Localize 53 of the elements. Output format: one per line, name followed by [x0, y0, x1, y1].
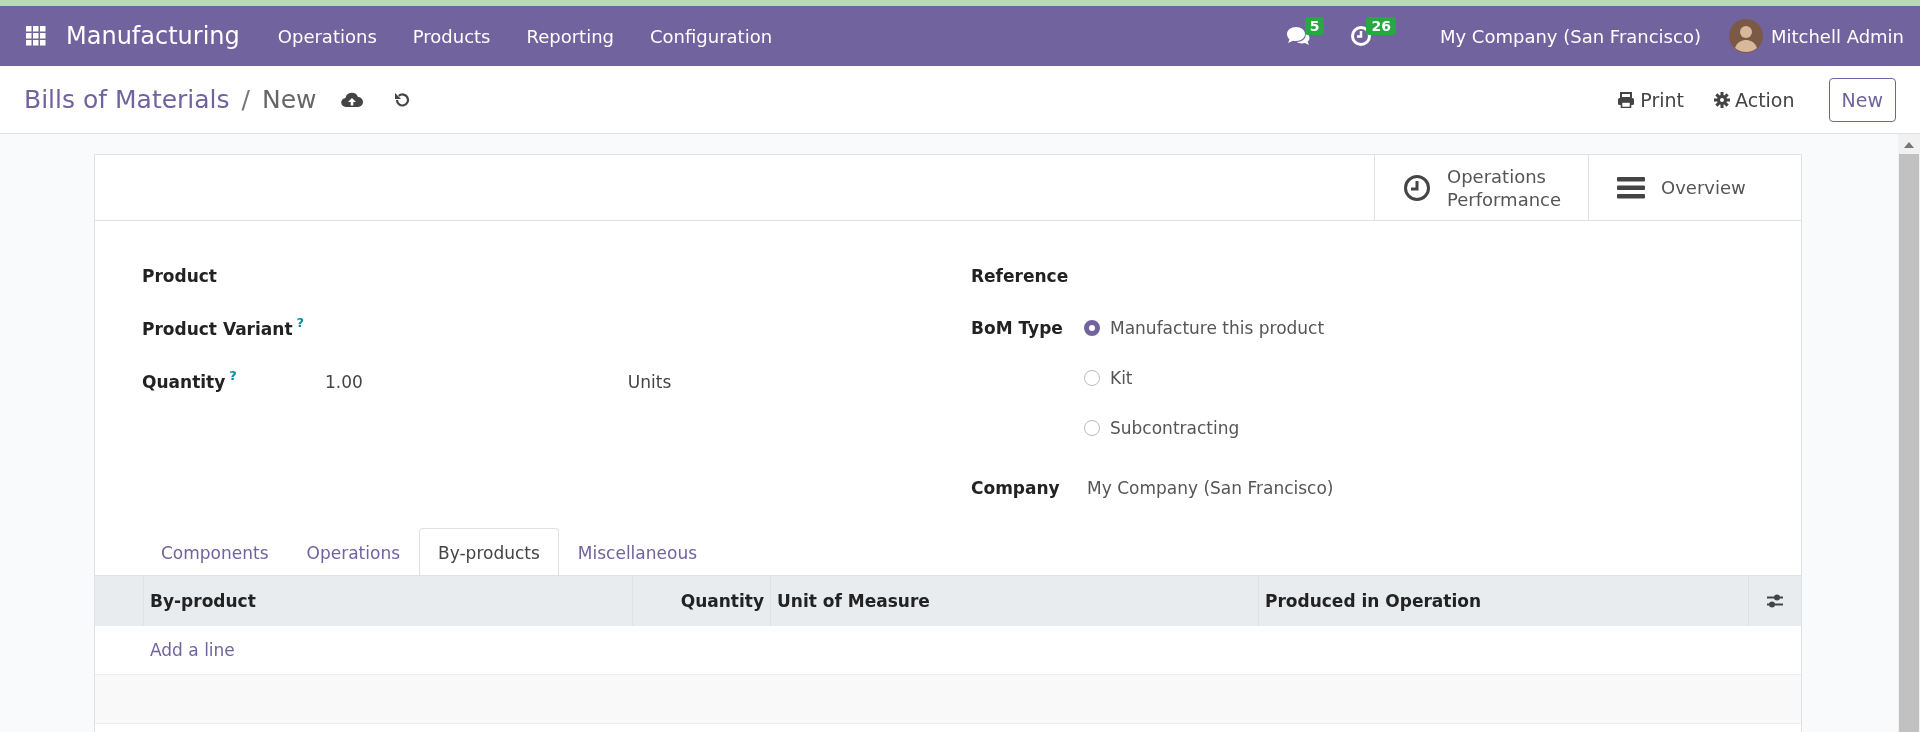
field-label: Quantity	[142, 371, 226, 392]
add-line-link[interactable]: Add a line	[150, 640, 235, 660]
input-field[interactable]: 1.00	[325, 369, 363, 394]
company-switcher[interactable]: My Company (San Francisco)	[1439, 25, 1701, 47]
radio-label[interactable]: Manufacture this product	[1110, 318, 1325, 338]
tab[interactable]: Components	[142, 528, 288, 575]
print-button[interactable]: Print	[1611, 84, 1691, 115]
user-menu[interactable]: Mitchell Admin	[1770, 25, 1904, 47]
field-label: BoM Type	[971, 318, 1064, 338]
menu-item[interactable]: Products	[412, 25, 491, 47]
menu-item[interactable]: Configuration	[650, 25, 773, 47]
radio-button[interactable]	[1084, 420, 1100, 436]
column-header[interactable]: By-product	[144, 576, 633, 626]
tab[interactable]: By-products	[419, 528, 559, 575]
activity-count: 26	[1366, 17, 1396, 35]
gear-icon	[1714, 91, 1731, 108]
breadcrumb-link[interactable]: Bills of Materials	[24, 85, 230, 114]
clock-icon	[1403, 173, 1431, 202]
menu-item[interactable]: Reporting	[526, 25, 614, 47]
clock-icon[interactable]	[1350, 25, 1373, 47]
field-label: Product Variant	[142, 318, 293, 339]
radio-button[interactable]	[1084, 320, 1100, 336]
radio-label[interactable]: Kit	[1110, 368, 1133, 388]
cloud-upload-icon[interactable]	[340, 90, 363, 109]
field-label: Company	[971, 478, 1061, 498]
help-tooltip[interactable]: ?	[229, 367, 237, 383]
chat-icon[interactable]	[1284, 25, 1311, 47]
radio-label[interactable]: Subcontracting	[1110, 418, 1240, 438]
breadcrumb-current: New	[262, 85, 317, 114]
column-header[interactable]: Produced in Operation	[1259, 576, 1749, 626]
menu-icon[interactable]	[26, 26, 46, 46]
radio-button[interactable]	[1084, 370, 1100, 386]
list-icon	[1617, 175, 1645, 200]
field-label: Product	[142, 265, 217, 286]
breadcrumb-separator: /	[241, 85, 251, 114]
column-header[interactable]: Quantity	[633, 576, 771, 626]
sliders-icon[interactable]	[1766, 593, 1784, 609]
action-button[interactable]: Action	[1708, 84, 1801, 115]
app-name[interactable]: Manufacturing	[66, 22, 240, 50]
column-header[interactable]: Unit of Measure	[771, 576, 1259, 626]
printer-icon	[1617, 91, 1636, 108]
menu-item[interactable]: Operations	[277, 25, 377, 47]
avatar-icon[interactable]	[1728, 19, 1763, 53]
scroll-up-icon[interactable]	[1904, 142, 1914, 148]
help-tooltip[interactable]: ?	[296, 314, 305, 330]
undo-icon[interactable]	[392, 90, 411, 109]
new-button[interactable]: New	[1828, 77, 1896, 122]
unit-field[interactable]: Units	[627, 371, 672, 392]
tab[interactable]: Miscellaneous	[558, 528, 717, 575]
message-count: 5	[1304, 17, 1325, 35]
tab[interactable]: Operations	[287, 528, 420, 575]
field-label: Reference	[971, 265, 1070, 286]
company-field[interactable]: My Company (San Francisco)	[1087, 478, 1334, 498]
